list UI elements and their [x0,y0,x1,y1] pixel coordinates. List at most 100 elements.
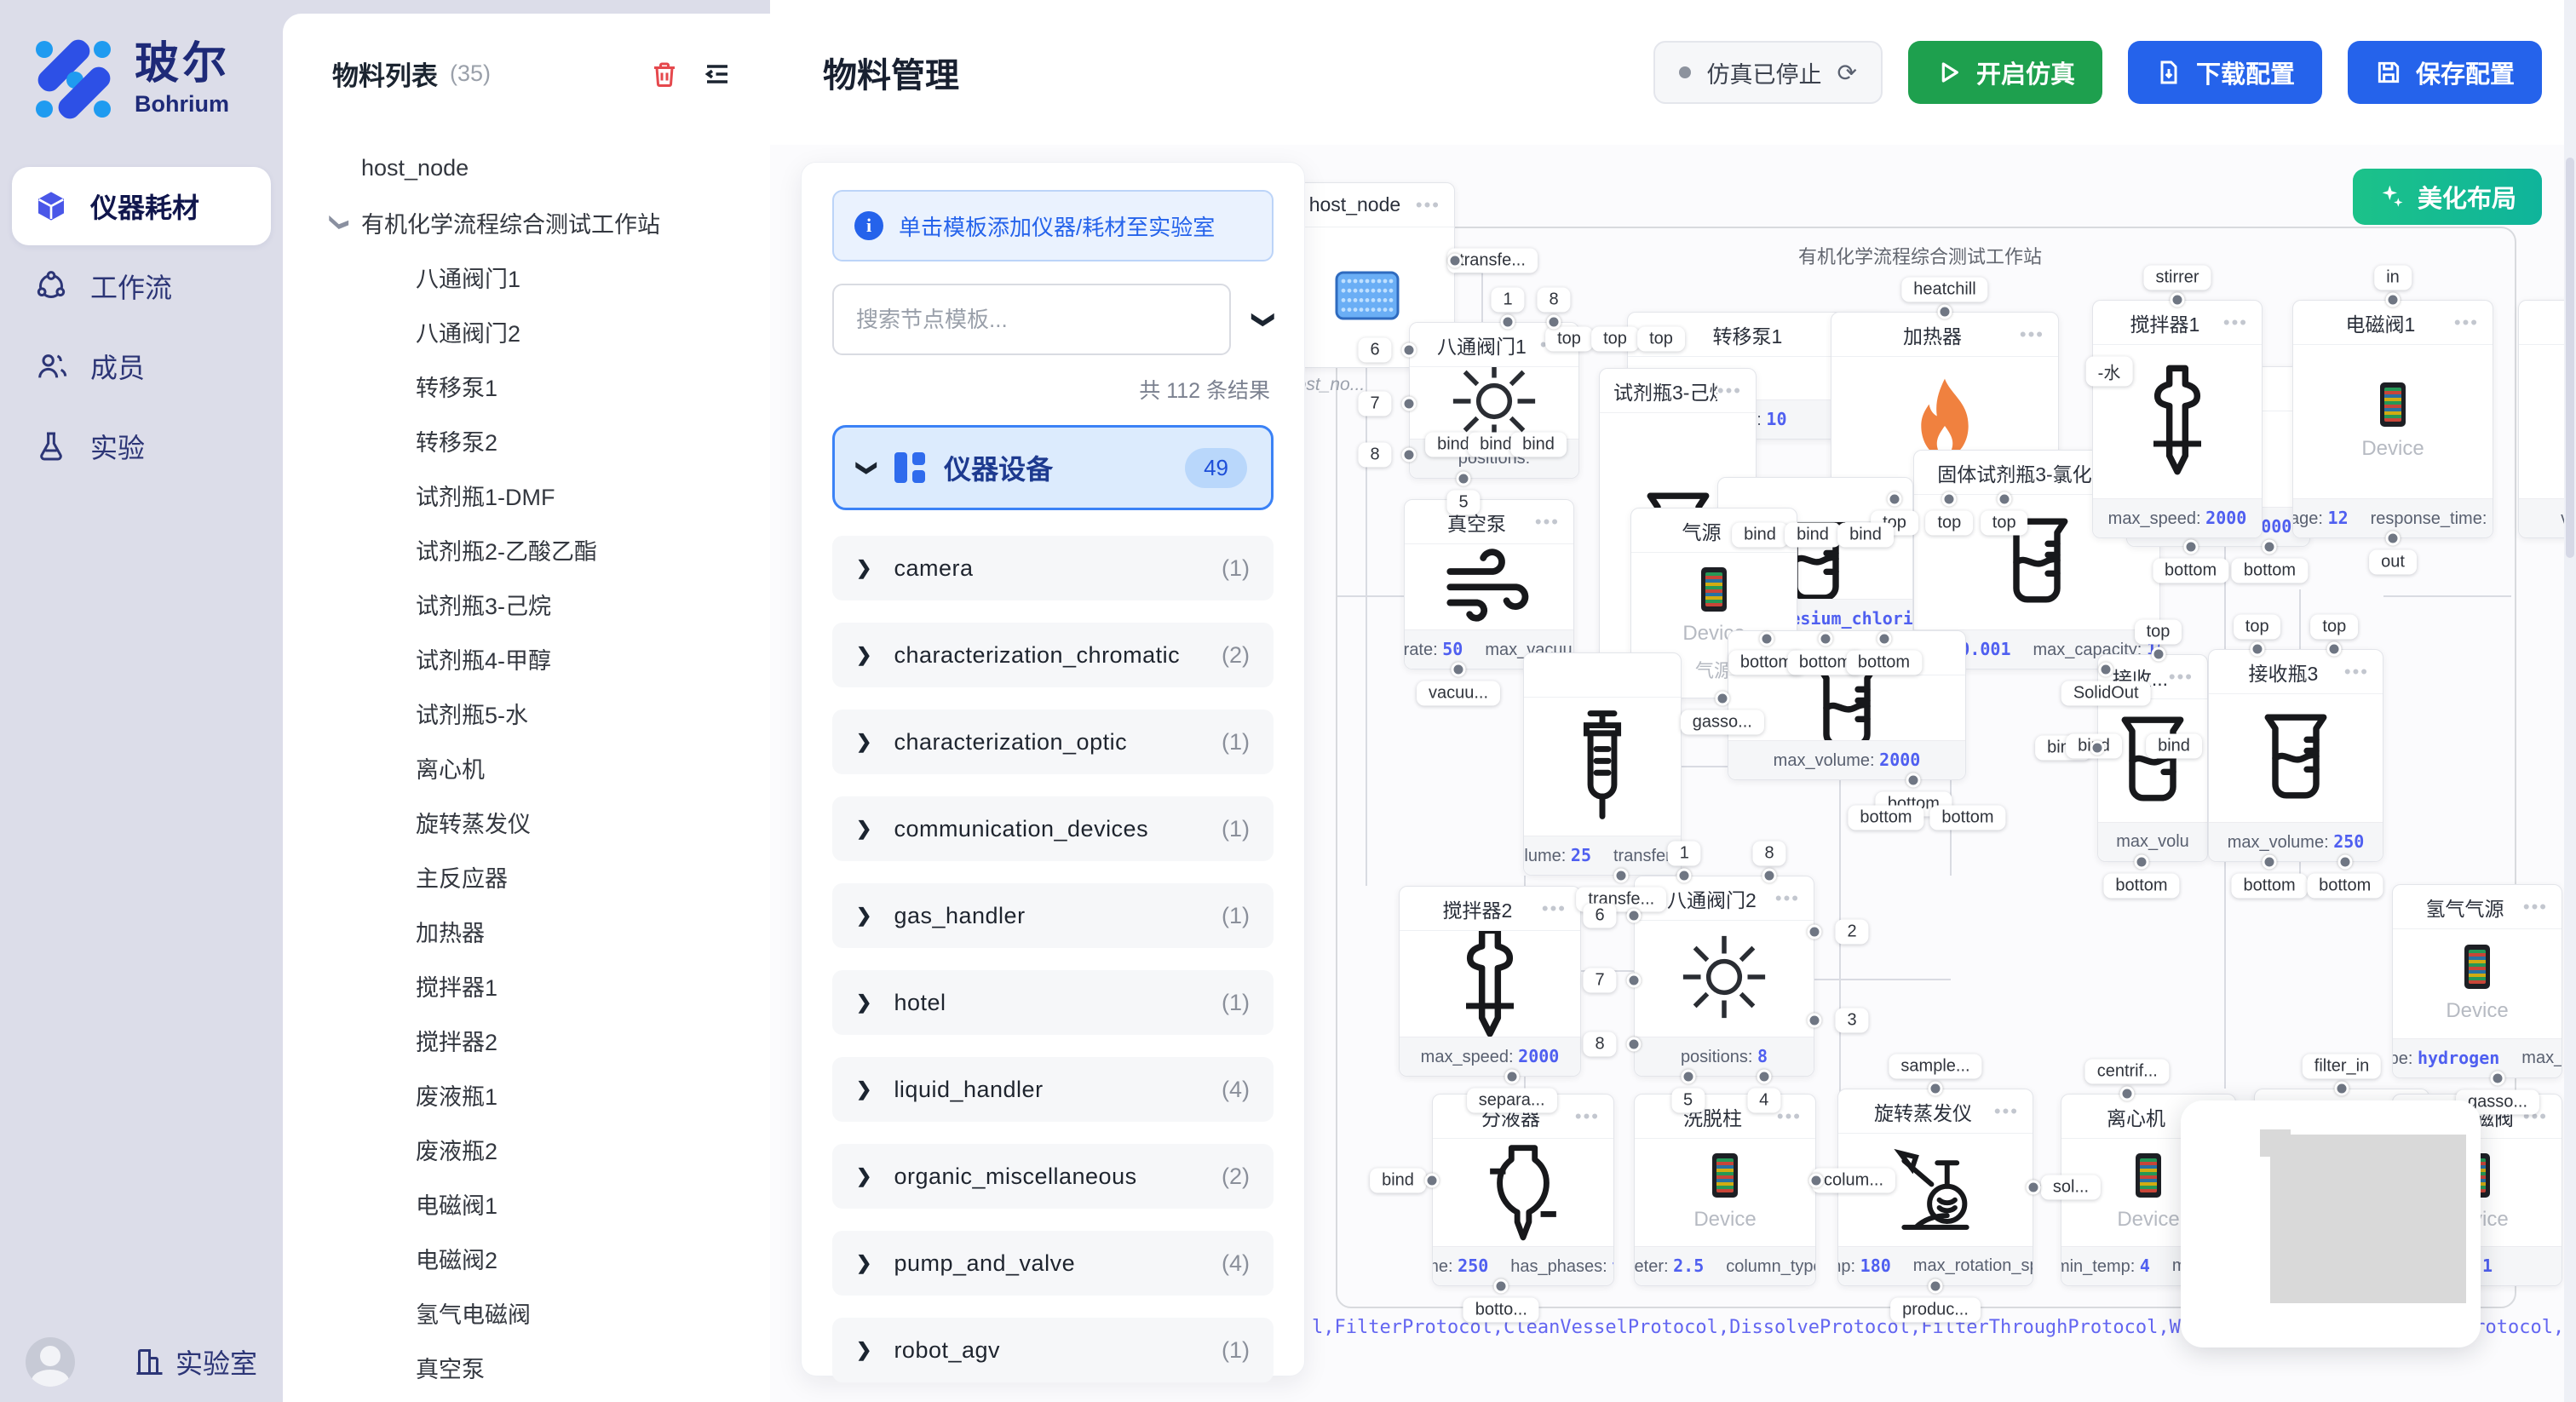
sidebar-item-lab[interactable]: 实验室 [133,1342,257,1382]
canvas-node-receive-bottle-3[interactable]: 接收瓶3•••max_volume: 250 [2208,649,2383,862]
page-scrollbar[interactable] [2564,0,2576,1402]
node-menu-icon[interactable]: ••• [2344,661,2369,683]
port-label: heatchill [1901,278,1987,302]
minimap-panel[interactable] [2181,1100,2481,1347]
tree-item-0[interactable]: 八通阀门1 [332,250,770,304]
start-simulation-button[interactable]: 开启仿真 [1908,41,2102,104]
port-label: 6 [1583,904,1616,928]
node-menu-icon[interactable]: ••• [1535,511,1560,533]
sidebar-item-0[interactable]: 仪器耗材 [12,167,271,245]
canvas-node-stirrer-2[interactable]: 搅拌器2•••max_speed: 2000 [1399,886,1581,1077]
category-row-robot_agv[interactable]: ❯robot_agv(1) [832,1318,1274,1382]
category-row-characterization_optic[interactable]: ❯characterization_optic(1) [832,710,1274,774]
category-group-devices[interactable]: ❯ 仪器设备 49 [832,425,1274,510]
simulation-status-pill[interactable]: 仿真已停止 ⟳ [1653,41,1882,104]
canvas-node-syringe-pump[interactable]: max_volume: 25transfer_rate: 10 [1523,652,1682,876]
node-menu-icon[interactable]: ••• [1994,1100,2019,1123]
node-graph-canvas[interactable]: 美化布局 i 单击模板添加仪器/耗材至实验室 ❯ 共 112 条结果 ❯ 仪器设… [770,145,2564,1402]
sidebar-item-1[interactable]: 工作流 [12,247,271,325]
node-menu-icon[interactable]: ••• [1775,888,1800,910]
delete-all-button[interactable] [646,55,683,93]
user-avatar[interactable] [26,1337,75,1387]
node-menu-icon[interactable]: ••• [1717,380,1742,402]
category-row-liquid_handler[interactable]: ❯liquid_handler(4) [832,1057,1274,1122]
tree-item-17[interactable]: 电磁阀1 [332,1176,770,1231]
tree-item-16[interactable]: 废液瓶2 [332,1122,770,1176]
node-menu-icon[interactable]: ••• [1416,194,1440,216]
tree-item-2[interactable]: 转移泵1 [332,359,770,413]
chevron-right-icon: ❯ [856,1339,871,1361]
port-label: bottom [2307,874,2383,899]
node-menu-icon[interactable]: ••• [2169,666,2194,688]
node-menu-icon[interactable]: ••• [1777,1106,1802,1128]
canvas-node-solenoid-2[interactable]: voltage: 12 [2518,300,2564,538]
tree-item-8[interactable]: 试剂瓶5-水 [332,686,770,740]
tree-item-4[interactable]: 试剂瓶1-DMF [332,468,770,522]
node-title: 搅拌器2 [1413,894,1542,923]
refresh-icon[interactable]: ⟳ [1837,59,1856,87]
port-label: 8 [1583,1032,1616,1057]
chevron-down-icon[interactable]: ❯ [329,215,351,230]
port-dot [1448,253,1463,267]
sidebar-item-2[interactable]: 成员 [12,327,271,405]
beautify-layout-button[interactable]: 美化布局 [2353,169,2542,225]
tree-item-host-node[interactable]: host_node [332,141,770,195]
canvas-node-elution-column[interactable]: 洗脱柱•••Devicediameter: 2.5column_type: si [1634,1094,1816,1286]
tree-group-workstation[interactable]: ❯有机化学流程综合测试工作站 [332,195,770,250]
canvas-node-vacuum-pump[interactable]: 真空泵•••pump_rate: 50max_vacuum: 0.1 [1404,499,1574,669]
port-label: bottom [2232,559,2308,583]
tree-item-15[interactable]: 废液瓶1 [332,1067,770,1122]
tree-item-20[interactable]: 真空泵 [332,1340,770,1394]
tree-item-5[interactable]: 试剂瓶2-乙酸乙酯 [332,522,770,577]
node-title: 氢气气源 [2406,893,2523,922]
float-port-label: -水 [2086,357,2133,387]
node-title: 八通阀门1 [1423,330,1540,359]
tree-item-9[interactable]: 离心机 [332,740,770,795]
collapse-list-button[interactable] [699,55,736,93]
port-label: filter_in [2303,1054,2381,1079]
node-menu-icon[interactable]: ••• [2020,324,2044,346]
port-label: 2 [1835,920,1868,945]
node-menu-icon[interactable]: ••• [2523,896,2548,918]
canvas-node-solenoid-1[interactable]: 电磁阀1•••Devicevoltage: 12response_time: 0… [2292,300,2493,538]
tree-item-18[interactable]: 电磁阀2 [332,1231,770,1285]
scrollbar-thumb[interactable] [2566,158,2574,558]
download-config-button[interactable]: 下载配置 [2128,41,2322,104]
port-dot [1715,692,1729,706]
tree-item-11[interactable]: 主反应器 [332,849,770,904]
tree-item-10[interactable]: 旋转蒸发仪 [332,795,770,849]
sidebar-item-label: 工作流 [90,267,172,306]
port-label: 8 [1752,842,1785,866]
tree-item-1[interactable]: 八通阀门2 [332,304,770,359]
search-template-input[interactable] [832,284,1231,355]
sidebar-item-3[interactable]: 实验 [12,407,271,486]
save-config-button[interactable]: 保存配置 [2348,41,2542,104]
canvas-node-h2-gas-source[interactable]: 氢气气源•••Device_type: hydrogenmax_pre [2392,884,2562,1078]
node-menu-icon[interactable]: ••• [1575,1106,1600,1128]
node-menu-icon[interactable]: ••• [1542,898,1567,920]
category-row-gas_handler[interactable]: ❯gas_handler(1) [832,883,1274,948]
category-row-hotel[interactable]: ❯hotel(1) [832,970,1274,1035]
valve-icon [1447,367,1541,439]
node-menu-icon[interactable]: ••• [2223,312,2248,334]
tree-item-13[interactable]: 搅拌器1 [332,958,770,1013]
canvas-node-stirrer-1[interactable]: 搅拌器1•••max_speed: 2000 [2092,300,2263,538]
category-row-camera[interactable]: ❯camera(1) [832,536,1274,600]
tree-item-12[interactable]: 加热器 [332,904,770,958]
simulation-status-label: 仿真已停止 [1706,56,1821,89]
tree-item-6[interactable]: 试剂瓶3-己烷 [332,577,770,631]
tree-item-19[interactable]: 氢气电磁阀 [332,1285,770,1340]
category-row-organic_miscellaneous[interactable]: ❯organic_miscellaneous(2) [832,1144,1274,1209]
category-row-pump_and_valve[interactable]: ❯pump_and_valve(4) [832,1231,1274,1296]
tree-item-14[interactable]: 搅拌器2 [332,1013,770,1067]
tree-item-7[interactable]: 试剂瓶4-甲醇 [332,631,770,686]
tree-item-3[interactable]: 转移泵2 [332,413,770,468]
canvas-node-separator[interactable]: 分液器•••volume: 250has_phases: true [1432,1094,1614,1286]
node-menu-icon[interactable]: ••• [2454,312,2479,334]
category-row-communication_devices[interactable]: ❯communication_devices(1) [832,796,1274,861]
collapse-panel-chevron-icon[interactable]: ❯ [1251,310,1278,329]
port-dot [2327,642,2342,657]
port-dot [2120,1087,2135,1101]
sidebar-item-label: 成员 [90,347,145,386]
category-row-characterization_chromatic[interactable]: ❯characterization_chromatic(2) [832,623,1274,687]
